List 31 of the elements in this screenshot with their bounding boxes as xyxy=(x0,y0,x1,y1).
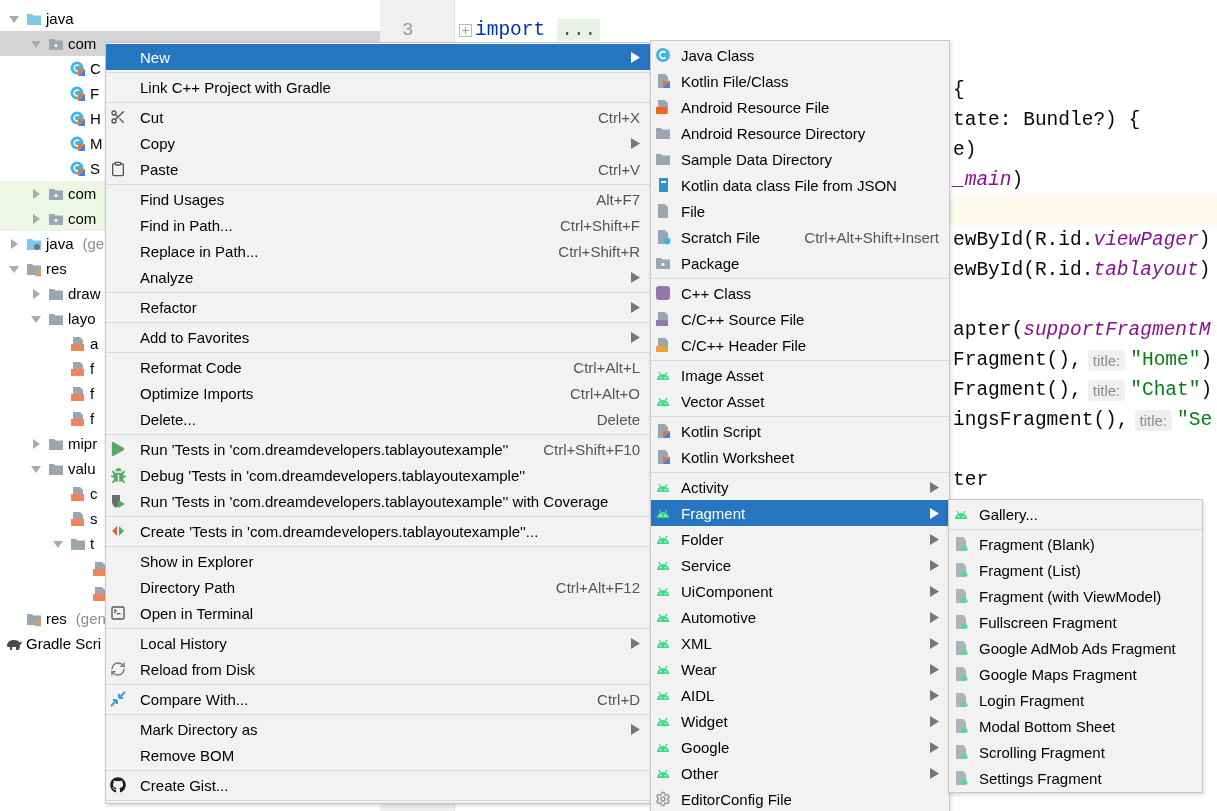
code-text: Fragment(), xyxy=(953,379,1082,401)
code-text: tate: Bundle?) { xyxy=(953,109,1141,131)
shortcut: Alt+F7 xyxy=(596,190,640,208)
code-text: "Se xyxy=(1177,409,1213,431)
shortcut: Ctrl+V xyxy=(597,160,640,178)
shortcut: Ctrl+D xyxy=(597,690,640,708)
code-text: { xyxy=(953,79,965,101)
inlay-hint: title: xyxy=(1134,409,1173,431)
code-text: import xyxy=(475,19,546,41)
shortcut: Delete xyxy=(596,410,640,428)
shortcut: Ctrl+Shift+F xyxy=(559,216,640,234)
shortcut: Ctrl+Alt+Shift+Insert xyxy=(804,228,939,246)
shortcut: Ctrl+X xyxy=(597,108,640,126)
code-text: e) xyxy=(953,139,977,161)
code-text: Fragment(), xyxy=(953,349,1082,371)
code-text: ingsFragment(), xyxy=(953,409,1129,431)
code-text: apter(supportFragmentM xyxy=(953,319,1211,341)
code-text: ewById(R.id.viewPager) xyxy=(953,229,1211,251)
line-number: 3 xyxy=(402,19,414,41)
code-text: ter xyxy=(953,469,989,491)
shortcut: Ctrl+Shift+R xyxy=(558,242,640,260)
inlay-hint: title: xyxy=(1087,349,1126,371)
shortcut: Ctrl+Alt+F12 xyxy=(555,578,640,596)
inlay-hint: title: xyxy=(1087,379,1126,401)
code-text: _main) xyxy=(953,169,1024,191)
code-text: ewById(R.id.tablayout) xyxy=(953,259,1211,281)
code-text: "Chat") xyxy=(1130,379,1213,401)
code-text: "Home") xyxy=(1130,349,1213,371)
shortcut: Ctrl+Alt+L xyxy=(573,358,640,376)
shortcut: Ctrl+Alt+O xyxy=(569,384,640,402)
shortcut: Ctrl+Shift+F10 xyxy=(543,440,640,458)
